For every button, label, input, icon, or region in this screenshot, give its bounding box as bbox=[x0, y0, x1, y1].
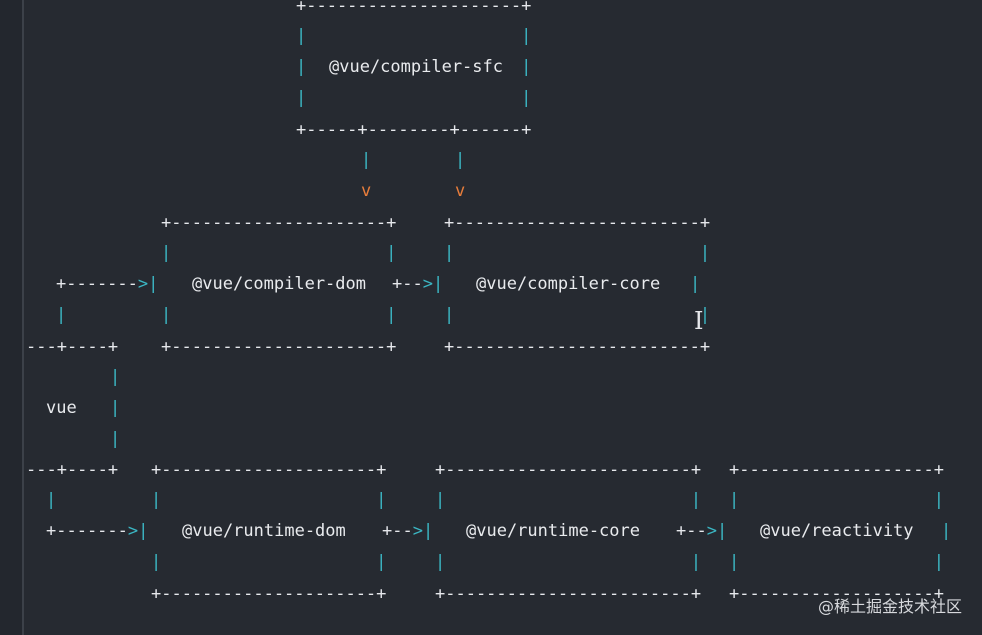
box-label-compiler-core: @vue/compiler-core bbox=[476, 274, 661, 294]
box-border-side: | | bbox=[729, 552, 944, 572]
box-border-side: | | bbox=[296, 26, 532, 46]
box-border-side: | bbox=[110, 398, 121, 418]
connector-arrow: +-->| bbox=[392, 274, 444, 294]
box-border-top: +---------------------+ bbox=[296, 0, 532, 16]
connector-line: | bbox=[455, 150, 466, 170]
box-border-top: +-------------------+ bbox=[729, 460, 944, 480]
box-border-side: | | bbox=[444, 243, 711, 263]
box-border-top: +------------------------+ bbox=[435, 460, 702, 480]
box-border-bottom: ---+----+ bbox=[26, 460, 119, 480]
watermark: @稀土掘金技术社区 bbox=[817, 597, 962, 616]
box-border-top: +---------------------+ bbox=[151, 460, 387, 480]
text-cursor-icon: I bbox=[694, 307, 704, 335]
box-border-bottom: +------------------------+ bbox=[435, 584, 702, 604]
connector-arrow: +-->| bbox=[676, 521, 728, 541]
box-border-side: | | bbox=[729, 490, 944, 510]
box-label-runtime-dom: @vue/runtime-dom bbox=[182, 521, 346, 541]
connector-line: | bbox=[56, 305, 67, 325]
box-border-side: | | bbox=[296, 88, 532, 108]
connector-arrow: +------->| bbox=[46, 521, 149, 541]
box-border-side: | | bbox=[161, 243, 397, 263]
box-label-runtime-core: @vue/runtime-core bbox=[466, 521, 640, 541]
box-border-bottom: +---------------------+ bbox=[161, 337, 397, 357]
box-label-reactivity: @vue/reactivity bbox=[760, 521, 914, 541]
box-label-compiler-sfc: @vue/compiler-sfc bbox=[329, 57, 503, 77]
box-border-side: | | bbox=[151, 552, 387, 572]
box-border-side: | bbox=[110, 367, 121, 387]
connector-arrow: +------->| bbox=[56, 274, 159, 294]
box-border-side: | | bbox=[151, 490, 387, 510]
box-border-top: +---------------------+ bbox=[161, 213, 397, 233]
box-border-side: | | bbox=[161, 305, 397, 325]
box-border-bottom: +------------------------+ bbox=[444, 337, 711, 357]
box-border-top: ---+----+ bbox=[26, 337, 119, 357]
box-border-bottom: +-----+--------+------+ bbox=[296, 120, 532, 140]
box-border-side: | | bbox=[444, 305, 711, 325]
connector-arrow: +-->| bbox=[382, 521, 434, 541]
box-border-bottom: +---------------------+ bbox=[151, 584, 387, 604]
box-border-side: | | bbox=[435, 552, 702, 572]
box-label-vue: vue bbox=[46, 398, 77, 418]
box-label-compiler-dom: @vue/compiler-dom bbox=[192, 274, 366, 294]
connector-line: | bbox=[46, 490, 57, 510]
box-border-side: | bbox=[690, 274, 701, 294]
box-border-top: +------------------------+ bbox=[444, 213, 711, 233]
box-border-side: | bbox=[110, 429, 121, 449]
connector-line: | bbox=[361, 150, 372, 170]
box-border-side: | | bbox=[435, 490, 702, 510]
editor-gutter bbox=[0, 0, 24, 635]
arrow-head-down: v bbox=[455, 181, 466, 201]
arrow-head-down: v bbox=[361, 181, 372, 201]
box-border-side: | bbox=[941, 521, 952, 541]
